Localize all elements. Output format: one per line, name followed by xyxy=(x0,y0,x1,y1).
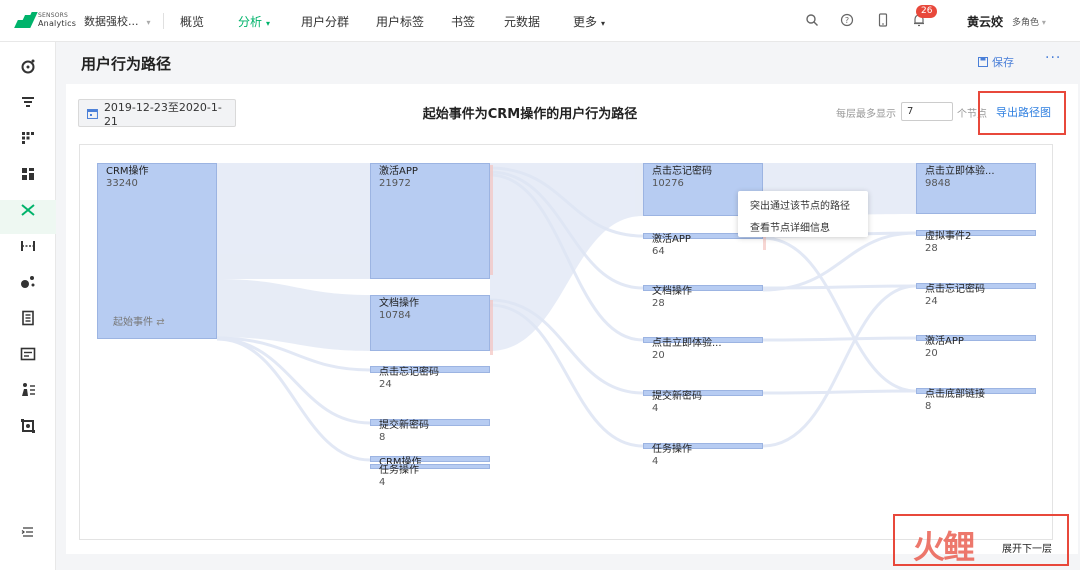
path-node-label: 激活APP xyxy=(379,166,418,177)
path-node-count: 64 xyxy=(652,246,665,257)
path-node-count: 28 xyxy=(652,298,665,309)
path-node-label: 点击底部链接 xyxy=(925,389,985,400)
path-node-label: 激活APP xyxy=(652,234,691,245)
highlight-box-expand xyxy=(893,514,1069,566)
path-node-label: 提交新密码 xyxy=(379,420,429,431)
path-node-count: 4 xyxy=(652,403,659,414)
path-node-count: 21972 xyxy=(379,178,411,189)
menu-item-node-details[interactable]: 查看节点详细信息 xyxy=(750,219,830,234)
path-node-count: 33240 xyxy=(106,178,138,189)
path-node-count: 10276 xyxy=(652,178,684,189)
path-node-label: 点击忘记密码 xyxy=(925,284,985,295)
path-node-label: 文档操作 xyxy=(652,286,692,297)
menu-item-highlight-path[interactable]: 突出通过该节点的路径 xyxy=(750,197,850,212)
path-node-label: CRM操作 xyxy=(106,166,149,177)
path-node-label: 文档操作 xyxy=(379,298,419,309)
start-event-label: 起始事件 ⇄ xyxy=(113,317,165,328)
path-node-count: 8 xyxy=(925,401,932,412)
path-node-label: 提交新密码 xyxy=(652,391,702,402)
path-node-label: 任务操作 xyxy=(652,444,692,455)
path-node-count: 20 xyxy=(925,348,938,359)
path-node-count: 20 xyxy=(652,350,665,361)
path-node-count: 24 xyxy=(925,296,938,307)
path-node-count: 8 xyxy=(379,432,386,443)
path-node-label: 虚拟事件2 xyxy=(925,231,972,242)
path-node-count: 10784 xyxy=(379,310,411,321)
swap-icon[interactable]: ⇄ xyxy=(156,317,164,328)
path-node-label: 点击立即体验... xyxy=(652,338,722,349)
path-node-count: 9848 xyxy=(925,178,951,189)
path-node-label: 点击立即体验... xyxy=(925,166,995,177)
path-node-label: 点击忘记密码 xyxy=(379,367,439,378)
path-node-count: 4 xyxy=(379,477,386,488)
path-node-count: 28 xyxy=(925,243,938,254)
path-node-count: 24 xyxy=(379,379,392,390)
path-node-label: 点击忘记密码 xyxy=(652,166,712,177)
path-node-label: 任务操作 xyxy=(379,465,419,476)
path-node-label: 激活APP xyxy=(925,336,964,347)
node-context-menu: 突出通过该节点的路径 查看节点详细信息 xyxy=(738,191,868,237)
path-node-count: 4 xyxy=(652,456,659,467)
